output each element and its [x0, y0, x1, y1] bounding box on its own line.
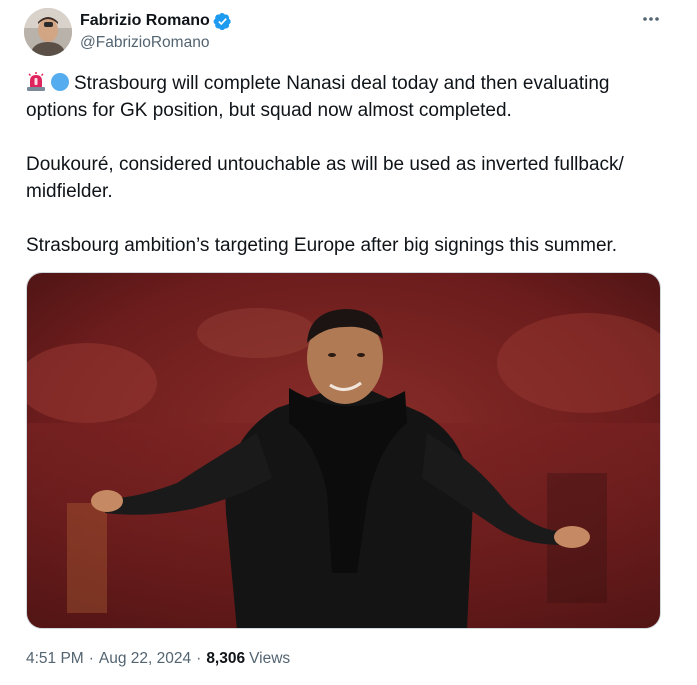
tweet-card: Fabrizio Romano @FabrizioRomano Strasbou… — [0, 0, 697, 685]
tweet-paragraph-2: Doukouré, considered untouchable as will… — [26, 154, 624, 202]
tweet-date[interactable]: Aug 22, 2024 — [99, 650, 191, 668]
meta-separator: · — [196, 650, 202, 667]
more-options-icon[interactable] — [638, 8, 664, 30]
tweet-paragraph-1-text: Strasbourg will complete Nanasi deal tod… — [26, 73, 610, 121]
views-label: Views — [249, 650, 291, 667]
tweet-paragraph-1: Strasbourg will complete Nanasi deal tod… — [26, 70, 666, 124]
tweet-paragraph-3: Strasbourg ambition’s targeting Europe a… — [26, 235, 618, 256]
author-name[interactable]: Fabrizio Romano — [80, 12, 210, 30]
author-block: Fabrizio Romano @FabrizioRomano — [80, 10, 232, 52]
views-count: 8,306 — [206, 650, 246, 667]
author-handle[interactable]: @FabrizioRomano — [80, 34, 232, 52]
avatar-image — [24, 8, 72, 56]
tweet-time[interactable]: 4:51 PM — [26, 650, 84, 668]
tweet-photo[interactable] — [26, 272, 661, 629]
avatar[interactable] — [24, 8, 72, 56]
blue-circle-emoji-icon — [50, 72, 70, 92]
verified-badge-icon[interactable] — [213, 12, 232, 31]
siren-emoji-icon — [26, 72, 46, 92]
tweet-meta: 4:51 PM · Aug 22, 2024 · 8,306 Views — [26, 650, 290, 668]
tweet-text: Strasbourg will complete Nanasi deal tod… — [26, 70, 666, 259]
meta-separator: · — [88, 650, 94, 667]
photo-image — [27, 273, 660, 628]
